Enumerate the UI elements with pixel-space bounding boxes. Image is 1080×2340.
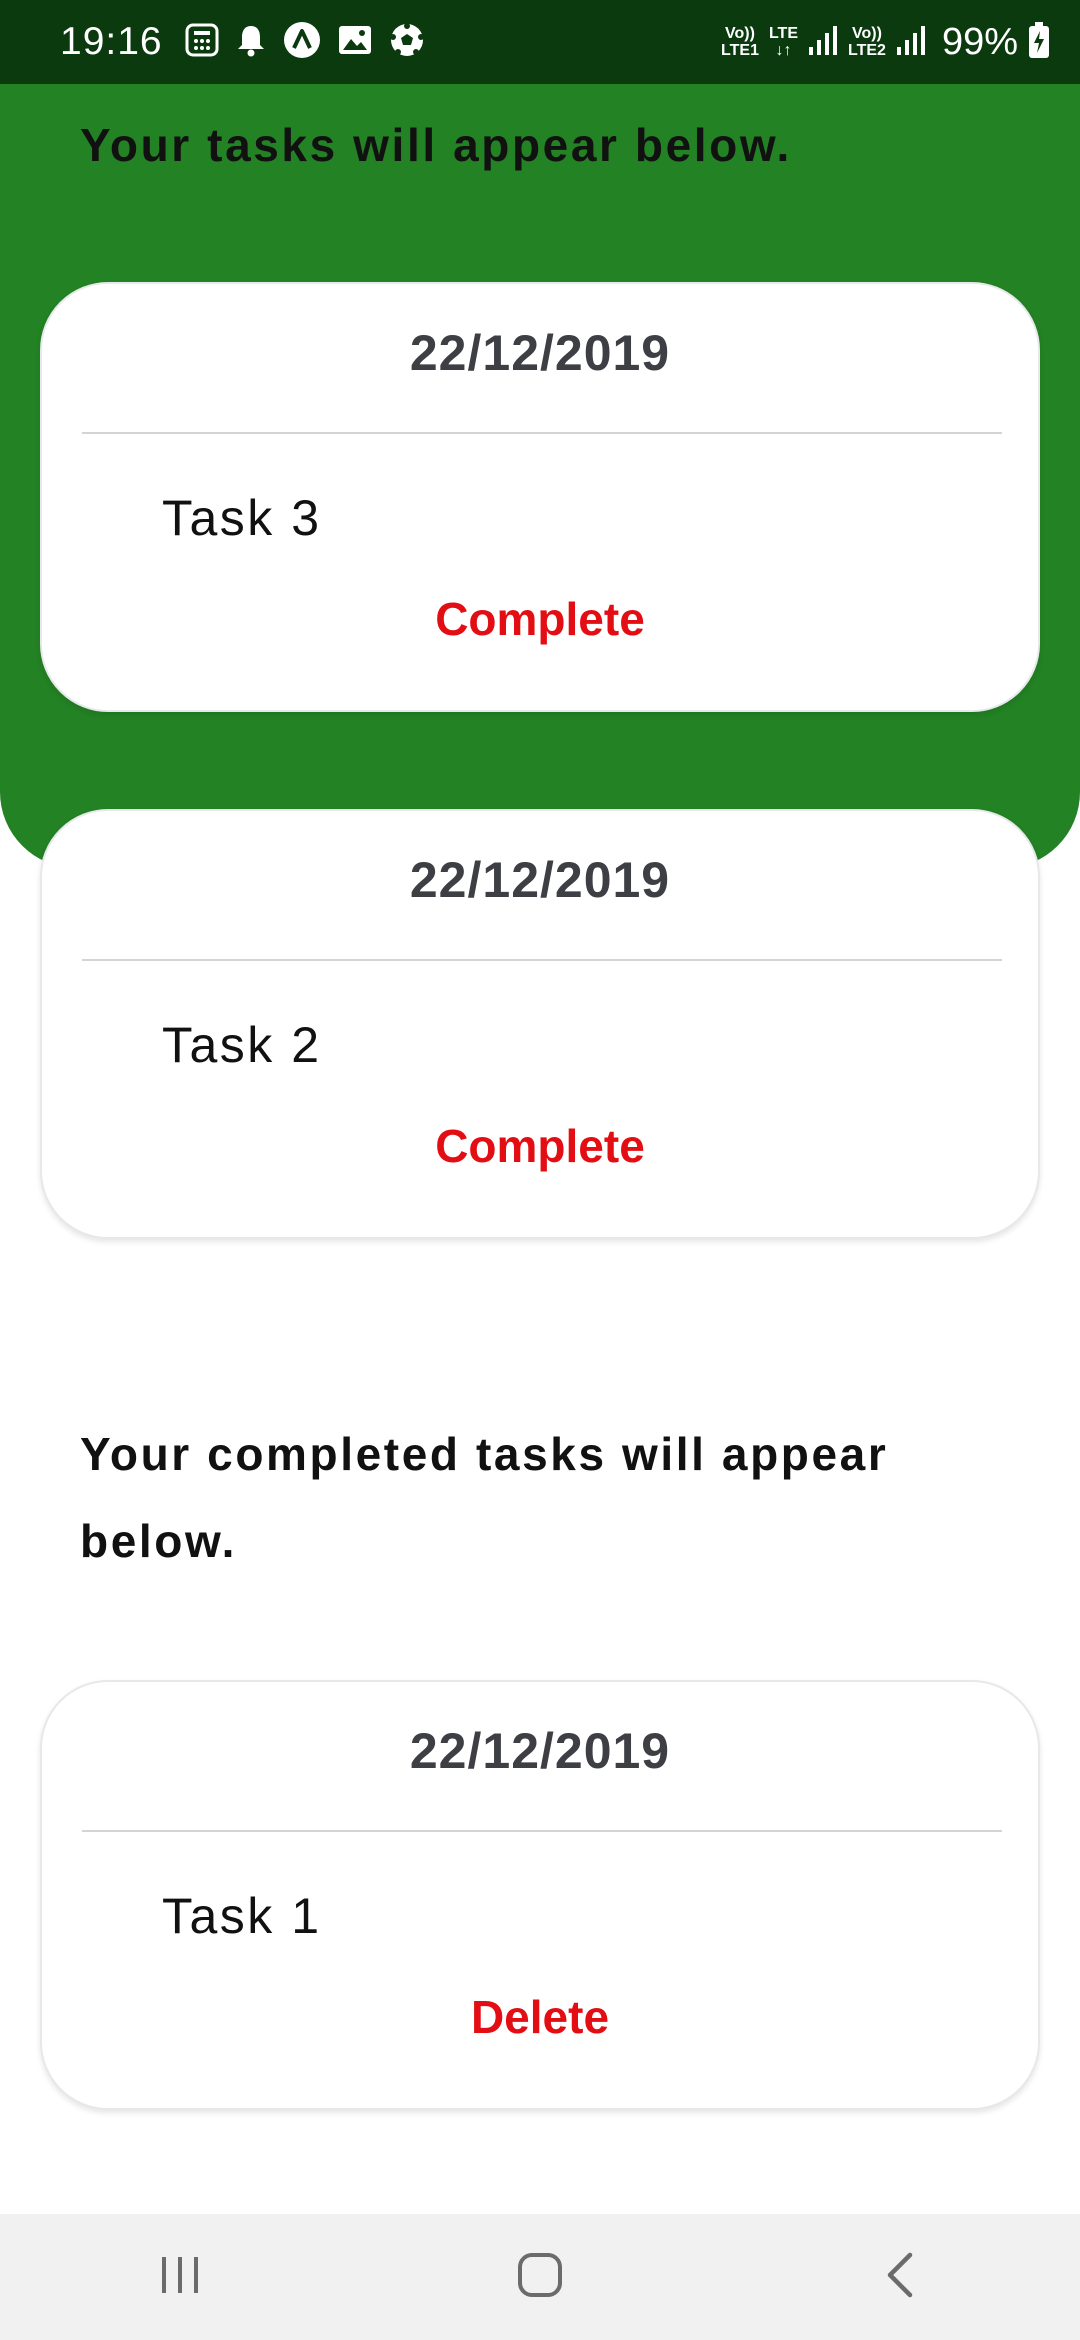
bell-icon	[235, 23, 267, 62]
task-title: Task 3	[162, 490, 322, 546]
task-date: 22/12/2019	[409, 325, 671, 381]
task-card: 22/12/2019 Task 3 Complete	[40, 282, 1040, 712]
home-button[interactable]	[480, 2227, 600, 2327]
task-list-screen: 19:16 Vo)) LTE1 LTE ↓↑ Vo)) LTE2 99% You…	[0, 0, 1080, 2340]
complete-button[interactable]: Complete	[42, 592, 1038, 646]
status-time: 19:16	[60, 20, 163, 63]
card-divider	[82, 959, 1002, 961]
card-divider	[82, 1830, 1002, 1832]
completed-tasks-heading: Your completed tasks will appear below.	[80, 1428, 889, 1567]
card-divider	[82, 432, 1002, 434]
back-button[interactable]	[840, 2227, 960, 2327]
recent-apps-icon	[158, 2255, 202, 2300]
completed-task-card: 22/12/2019 Task 1 Delete	[40, 1680, 1040, 2110]
battery-percent: 99%	[941, 20, 1018, 63]
delete-button[interactable]: Delete	[42, 1990, 1038, 2044]
task-title: Task 1	[162, 1888, 322, 1944]
system-indicators: Vo)) LTE1 LTE ↓↑ Vo)) LTE2 99%	[721, 21, 1050, 64]
signal-sim2-icon	[896, 23, 926, 62]
notification-icons	[185, 21, 425, 64]
volte-sim2-indicator: Vo)) LTE2	[848, 25, 886, 59]
status-bar: 19:16 Vo)) LTE1 LTE ↓↑ Vo)) LTE2 99%	[0, 0, 1080, 84]
image-icon	[337, 24, 373, 61]
app-a-icon	[283, 21, 321, 64]
recent-apps-button[interactable]	[120, 2227, 240, 2327]
task-date: 22/12/2019	[409, 852, 671, 908]
battery-charging-icon	[1028, 21, 1050, 64]
system-nav-bar	[0, 2214, 1080, 2340]
volte-sim1-indicator: Vo)) LTE1	[721, 25, 759, 59]
complete-button[interactable]: Complete	[42, 1119, 1038, 1173]
lte-data-indicator: LTE ↓↑	[768, 25, 798, 59]
task-date: 22/12/2019	[409, 1723, 671, 1779]
calculator-icon	[185, 23, 219, 62]
task-title: Task 2	[162, 1017, 322, 1073]
back-icon	[884, 2251, 916, 2304]
task-card: 22/12/2019 Task 2 Complete	[40, 809, 1040, 1239]
home-icon	[516, 2251, 564, 2304]
signal-sim1-icon	[808, 23, 838, 62]
pending-tasks-heading: Your tasks will appear below.	[80, 119, 792, 171]
football-icon	[389, 22, 425, 63]
